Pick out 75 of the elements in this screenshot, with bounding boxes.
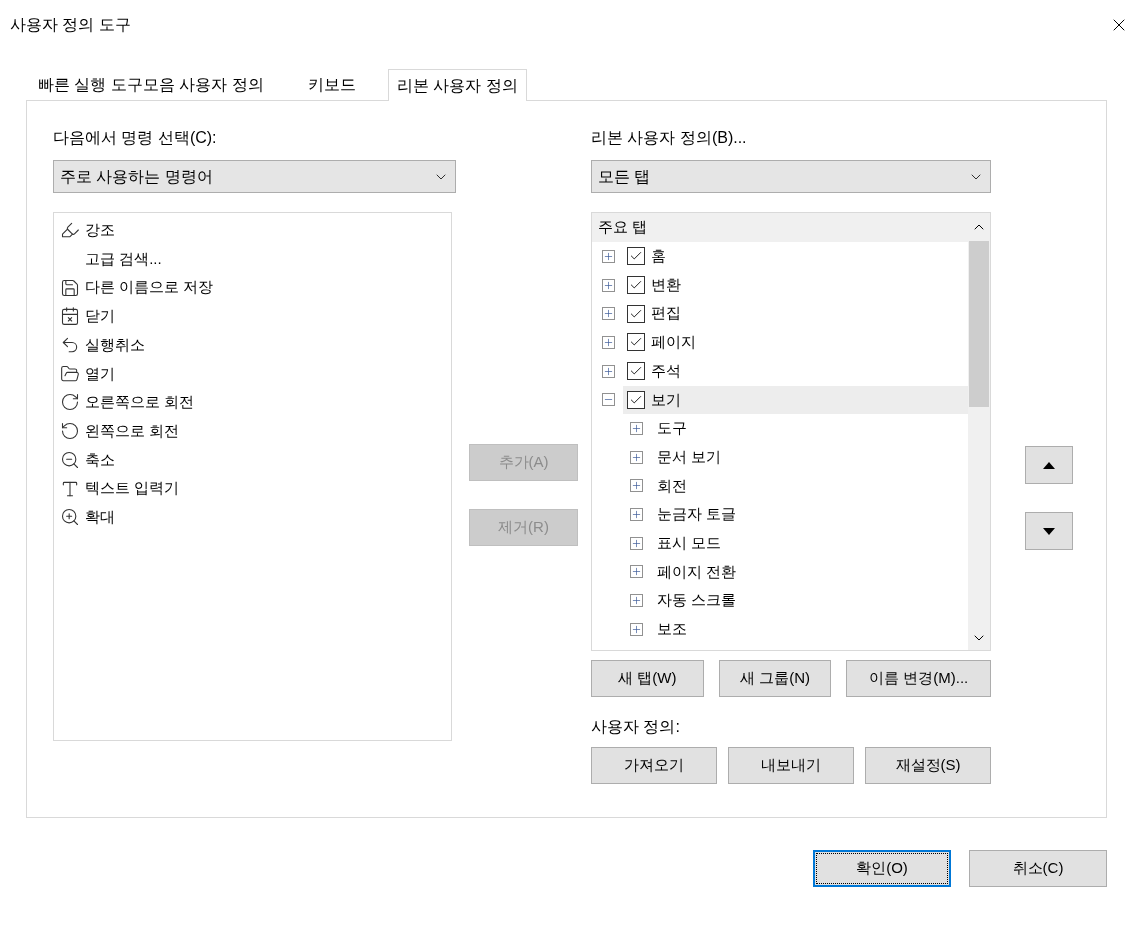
tab[interactable]: 빠른 실행 도구모음 사용자 정의 (26, 70, 276, 100)
tree-item[interactable]: 페이지 (623, 328, 968, 357)
tree-button[interactable]: 이름 변경(M)... (846, 660, 991, 697)
checkbox[interactable] (627, 333, 645, 352)
customize-label: 사용자 정의: (591, 717, 681, 737)
expand-icon[interactable] (630, 508, 643, 522)
ribbon-label: 리본 사용자 정의(B)... (591, 128, 748, 148)
tabs-dropdown[interactable]: 모든 탭 (591, 160, 991, 193)
tree-item[interactable]: 회전 (657, 474, 687, 498)
expand-icon[interactable] (630, 536, 643, 550)
expand-icon[interactable] (630, 622, 643, 636)
tree-item[interactable]: 주석 (623, 357, 968, 386)
tree-item[interactable]: 페이지 전환 (657, 560, 737, 584)
expand-icon[interactable] (602, 249, 615, 263)
checkbox[interactable] (627, 362, 645, 381)
tree-item[interactable]: 도구 (657, 417, 687, 440)
command-item[interactable]: 축소 (85, 448, 115, 472)
expand-icon[interactable] (630, 594, 643, 608)
checkbox[interactable] (627, 390, 645, 409)
command-item[interactable]: 오른쪽으로 회전 (85, 391, 195, 414)
command-item[interactable]: 왼쪽으로 회전 (85, 419, 180, 443)
triangle-up-icon (1042, 461, 1055, 469)
tree-button[interactable]: 새 그룹(N) (718, 660, 832, 697)
save-as-icon (60, 277, 80, 298)
tree-item[interactable]: 표시 모드 (657, 531, 722, 555)
tree-item[interactable]: 자동 스크롤 (657, 589, 737, 612)
collapse-icon[interactable] (602, 393, 615, 407)
tree-header: 주요 탭 (598, 217, 648, 238)
checkbox[interactable] (627, 276, 645, 295)
scrollbar[interactable] (968, 213, 990, 650)
customize-button[interactable]: 재설정(S) (865, 747, 991, 784)
rotate-left-icon (60, 421, 80, 442)
move-down-button[interactable] (1024, 512, 1073, 550)
tab[interactable]: 리본 사용자 정의 (387, 69, 527, 101)
expand-icon[interactable] (630, 450, 643, 464)
folder-icon (60, 363, 80, 384)
rotate-right-icon (60, 392, 80, 413)
commands-label: 다음에서 명령 선택(C): (53, 128, 218, 148)
expand-icon[interactable] (602, 278, 615, 292)
customize-button[interactable]: 내보내기 (728, 747, 854, 784)
tree-item[interactable]: 홈 (623, 242, 968, 271)
tree-item[interactable]: 변환 (623, 271, 968, 300)
scroll-thumb[interactable] (969, 241, 989, 407)
checkbox[interactable] (627, 247, 645, 266)
expand-icon[interactable] (630, 479, 643, 493)
commands-dropdown[interactable]: 주로 사용하는 명령어 (53, 160, 456, 193)
tree-item[interactable]: 문서 보기 (657, 445, 722, 469)
zoom-in-icon (60, 507, 80, 528)
command-item[interactable]: 열기 (85, 362, 115, 386)
customize-button[interactable]: 가져오기 (591, 747, 717, 784)
ok-button[interactable]: 확인(O) (813, 850, 951, 887)
command-item[interactable]: 실행취소 (85, 333, 145, 357)
checkbox[interactable] (627, 304, 645, 323)
expand-icon[interactable] (602, 335, 615, 349)
zoom-out-icon (60, 449, 80, 470)
expand-icon[interactable] (630, 421, 643, 435)
triangle-down-icon (1042, 527, 1055, 535)
command-item[interactable]: 텍스트 입력기 (85, 477, 180, 500)
window-title: 사용자 정의 도구 (10, 15, 131, 35)
cancel-button[interactable]: 취소(C) (969, 850, 1107, 887)
expand-icon[interactable] (602, 364, 615, 378)
command-item[interactable]: 고급 검색... (85, 247, 162, 271)
move-up-button[interactable] (1024, 446, 1073, 484)
command-item[interactable]: 강조 (85, 219, 115, 242)
tree-item[interactable]: 편집 (623, 299, 968, 328)
tree-item[interactable]: 눈금자 토글 (657, 503, 737, 526)
tab[interactable]: 키보드 (295, 70, 368, 100)
command-item[interactable]: 닫기 (85, 305, 115, 328)
tree-button[interactable]: 새 탭(W) (591, 660, 704, 697)
expand-icon[interactable] (630, 565, 643, 579)
tree-item[interactable]: 보기 (623, 385, 968, 414)
command-item[interactable]: 확대 (85, 505, 115, 529)
tree-item[interactable]: 보조 (657, 618, 687, 641)
command-item[interactable]: 다른 이름으로 저장 (85, 276, 214, 299)
expand-icon[interactable] (602, 307, 615, 321)
